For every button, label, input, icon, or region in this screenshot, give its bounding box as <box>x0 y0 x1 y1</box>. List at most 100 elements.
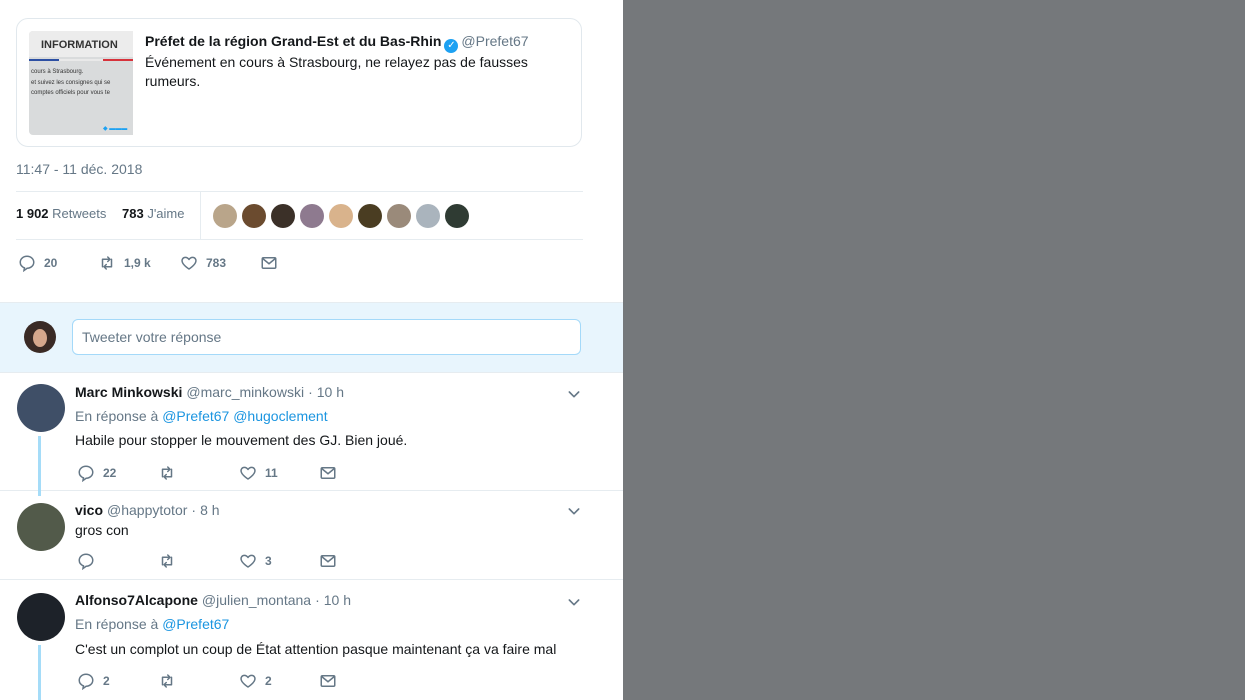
avatar[interactable] <box>17 593 65 641</box>
reply-author-name[interactable]: Alfonso7Alcapone <box>75 592 198 608</box>
heart-icon <box>239 464 257 482</box>
heart-icon <box>180 254 198 272</box>
tweet-detail-panel: INFORMATION cours à Strasbourg. et suive… <box>0 0 623 700</box>
liker-avatar[interactable] <box>416 204 440 228</box>
retweet-icon <box>98 254 116 272</box>
reply-author-name[interactable]: vico <box>75 502 103 518</box>
liker-avatar[interactable] <box>358 204 382 228</box>
reply-compose-bar: Tweeter votre réponse <box>0 302 623 373</box>
chevron-down-icon[interactable] <box>566 503 582 519</box>
quoted-tweet-card[interactable]: INFORMATION cours à Strasbourg. et suive… <box>16 18 582 147</box>
reply-actions: 2 2 <box>77 672 377 690</box>
liker-avatar[interactable] <box>271 204 295 228</box>
reply-author-name[interactable]: Marc Minkowski <box>75 384 182 400</box>
direct-message-button[interactable] <box>319 552 337 570</box>
reply-time[interactable]: 10 h <box>324 592 351 608</box>
like-button[interactable]: 783 <box>180 254 226 272</box>
verified-badge-icon: ✓ <box>444 39 459 53</box>
quoted-tweet-header: Préfet de la région Grand-Est et du Bas-… <box>145 33 529 53</box>
like-count: 783 <box>206 256 227 270</box>
liker-avatar[interactable] <box>387 204 411 228</box>
retweet-icon <box>158 552 176 570</box>
quoted-author-name[interactable]: Préfet de la région Grand-Est et du Bas-… <box>145 33 441 49</box>
liker-avatar[interactable] <box>300 204 324 228</box>
reply-author-handle[interactable]: @marc_minkowski <box>186 384 304 400</box>
reply-icon <box>77 552 95 570</box>
mention-link[interactable]: @Prefet67 <box>162 616 229 632</box>
reply-tweet[interactable]: Alfonso7Alcapone @julien_montana · 10 h En … <box>0 580 623 700</box>
liker-avatar[interactable] <box>445 204 469 228</box>
retweets-stat[interactable]: 1 902 Retweets <box>16 206 106 221</box>
reply-count: 20 <box>44 256 58 270</box>
reply-icon <box>18 254 36 272</box>
reply-author-handle[interactable]: @happytotor <box>107 502 187 518</box>
reply-header: Marc Minkowski @marc_minkowski · 10 h <box>75 384 344 400</box>
quoted-tweet-text: Événement en cours à Strasbourg, ne rela… <box>145 54 528 89</box>
direct-message-button[interactable] <box>260 254 278 272</box>
chevron-down-icon[interactable] <box>566 594 582 610</box>
divider <box>16 239 583 240</box>
tweet-stats: 1 902 Retweets 783 J'aime <box>16 206 185 221</box>
mention-link[interactable]: @Prefet67 <box>162 408 229 424</box>
reply-button[interactable]: 2 <box>77 672 110 690</box>
like-button[interactable]: 11 <box>239 464 278 482</box>
retweet-count: 1,9 k <box>124 256 151 270</box>
reply-time[interactable]: 8 h <box>200 502 219 518</box>
reply-button[interactable]: 22 <box>77 464 116 482</box>
reply-text: Habile pour stopper le mouvement des GJ.… <box>75 432 408 448</box>
image-text-line: comptes officiels pour vous te <box>31 90 110 96</box>
reply-tweet[interactable]: vico @happytotor · 8 h gros con 3 <box>0 490 623 580</box>
mail-icon <box>319 464 337 482</box>
retweet-button[interactable]: 1,9 k <box>98 254 151 272</box>
modal-backdrop[interactable] <box>623 0 1245 700</box>
retweet-button[interactable] <box>158 552 184 570</box>
retweet-icon <box>158 464 176 482</box>
reply-button[interactable]: 20 <box>18 254 57 272</box>
mail-icon <box>260 254 278 272</box>
mail-icon <box>319 672 337 690</box>
avatar[interactable] <box>17 503 65 551</box>
divider <box>16 191 583 192</box>
reply-button[interactable] <box>77 552 103 570</box>
reply-time[interactable]: 10 h <box>317 384 344 400</box>
image-text-line: et suivez les consignes qui se <box>31 80 111 86</box>
direct-message-button[interactable] <box>319 464 337 482</box>
user-avatar[interactable] <box>24 321 56 353</box>
reply-tweet[interactable]: Marc Minkowski @marc_minkowski · 10 h En ré… <box>0 372 623 496</box>
liker-avatar[interactable] <box>213 204 237 228</box>
reply-input[interactable]: Tweeter votre réponse <box>72 319 581 355</box>
tweet-actions: 20 1,9 k 783 <box>18 254 418 274</box>
mention-link[interactable]: @hugoclement <box>233 408 327 424</box>
divider <box>200 192 201 239</box>
heart-icon <box>239 672 257 690</box>
reply-author-handle[interactable]: @julien_montana <box>202 592 311 608</box>
twitter-bird-icon: ◆ ▬▬▬ <box>103 126 128 132</box>
like-button[interactable]: 3 <box>239 552 272 570</box>
image-text-line: cours à Strasbourg. <box>31 69 84 75</box>
mail-icon <box>319 552 337 570</box>
thread-line <box>38 645 41 700</box>
reply-context: En réponse à @Prefet67 @hugoclement <box>75 408 328 424</box>
reply-text: C'est un complot un coup de État attenti… <box>75 641 557 657</box>
reply-text: gros con <box>75 522 129 538</box>
like-button[interactable]: 2 <box>239 672 272 690</box>
liker-avatar[interactable] <box>242 204 266 228</box>
avatar[interactable] <box>17 384 65 432</box>
reply-actions: 22 11 <box>77 464 377 482</box>
thread-line <box>38 436 41 496</box>
direct-message-button[interactable] <box>319 672 337 690</box>
reply-actions: 3 <box>77 552 377 570</box>
tweet-timestamp[interactable]: 11:47 - 11 déc. 2018 <box>16 161 142 177</box>
likes-stat[interactable]: 783 J'aime <box>122 206 185 221</box>
image-banner-label: INFORMATION <box>41 39 118 51</box>
reply-header: vico @happytotor · 8 h <box>75 502 220 518</box>
retweet-button[interactable] <box>158 464 184 482</box>
retweet-button[interactable] <box>158 672 184 690</box>
reply-icon <box>77 672 95 690</box>
quoted-tweet-image: INFORMATION cours à Strasbourg. et suive… <box>29 31 133 135</box>
quoted-author-handle[interactable]: @Prefet67 <box>461 33 528 49</box>
liker-avatar[interactable] <box>329 204 353 228</box>
heart-icon <box>239 552 257 570</box>
reply-header: Alfonso7Alcapone @julien_montana · 10 h <box>75 592 351 608</box>
chevron-down-icon[interactable] <box>566 386 582 402</box>
